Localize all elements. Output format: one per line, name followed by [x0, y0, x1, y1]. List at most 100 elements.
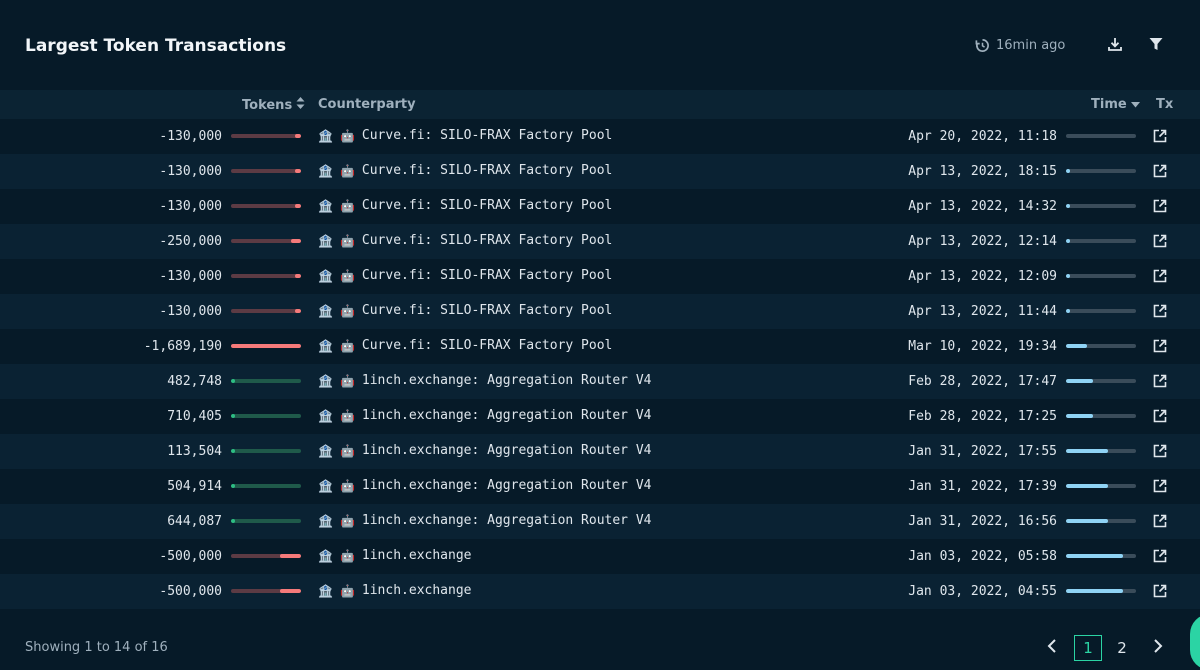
external-link-icon[interactable] [1153, 479, 1168, 494]
token-amount-bar-fill [295, 134, 301, 138]
robot-icon: 🤖 [339, 478, 355, 493]
previous-page-button[interactable] [1042, 635, 1062, 661]
time-bar-fill [1066, 309, 1070, 313]
robot-icon: 🤖 [339, 198, 355, 213]
sort-both-icon [296, 97, 305, 113]
token-amount: 710,405 [167, 409, 222, 424]
counterparty-cell: 🏦 🤖 Curve.fi: SILO-FRAX Factory Pool [318, 338, 612, 353]
external-link-icon[interactable] [1153, 584, 1168, 599]
counterparty-name[interactable]: Curve.fi: SILO-FRAX Factory Pool [362, 303, 612, 318]
counterparty-name[interactable]: Curve.fi: SILO-FRAX Factory Pool [362, 233, 612, 248]
bank-icon: 🏦 [318, 478, 333, 493]
token-amount-bar-fill [231, 449, 236, 453]
token-amount-bar-fill [290, 239, 301, 243]
transaction-time: Apr 13, 2022, 14:32 [908, 199, 1057, 214]
counterparty-cell: 🏦 🤖 1inch.exchange: Aggregation Router V4 [318, 373, 652, 388]
counterparty-name[interactable]: 1inch.exchange: Aggregation Router V4 [362, 373, 652, 388]
page-1-button[interactable]: 1 [1074, 635, 1102, 661]
counterparty-name[interactable]: 1inch.exchange: Aggregation Router V4 [362, 478, 652, 493]
counterparty-cell: 🏦 🤖 Curve.fi: SILO-FRAX Factory Pool [318, 233, 612, 248]
page-2-button[interactable]: 2 [1110, 635, 1134, 661]
time-bar [1066, 274, 1136, 278]
token-amount-bar-fill [231, 344, 301, 348]
counterparty-name[interactable]: 1inch.exchange: Aggregation Router V4 [362, 408, 652, 423]
external-link-icon[interactable] [1153, 164, 1168, 179]
token-amount: 644,087 [167, 514, 222, 529]
bank-icon: 🏦 [318, 233, 333, 248]
time-bar-fill [1066, 344, 1087, 348]
robot-icon: 🤖 [339, 408, 355, 423]
bank-icon: 🏦 [318, 268, 333, 283]
time-bar-fill [1066, 239, 1070, 243]
time-bar-fill [1066, 589, 1124, 593]
page-title: Largest Token Transactions [25, 36, 287, 56]
column-header-tokens[interactable]: Tokens [242, 97, 305, 113]
counterparty-name[interactable]: 1inch.exchange: Aggregation Router V4 [362, 513, 652, 528]
counterparty-name[interactable]: 1inch.exchange [362, 548, 472, 563]
token-amount-bar-fill [295, 274, 301, 278]
time-bar-fill [1066, 274, 1070, 278]
counterparty-name[interactable]: Curve.fi: SILO-FRAX Factory Pool [362, 128, 612, 143]
token-amount-bar-fill [231, 414, 236, 418]
token-amount-bar-fill [295, 309, 301, 313]
external-link-icon[interactable] [1153, 199, 1168, 214]
external-link-icon[interactable] [1153, 234, 1168, 249]
counterparty-cell: 🏦 🤖 Curve.fi: SILO-FRAX Factory Pool [318, 303, 612, 318]
counterparty-cell: 🏦 🤖 1inch.exchange: Aggregation Router V4 [318, 443, 652, 458]
time-bar [1066, 449, 1136, 453]
time-bar-fill [1066, 519, 1108, 523]
external-link-icon[interactable] [1153, 444, 1168, 459]
external-link-icon[interactable] [1153, 269, 1168, 284]
external-link-icon[interactable] [1153, 549, 1168, 564]
counterparty-name[interactable]: Curve.fi: SILO-FRAX Factory Pool [362, 268, 612, 283]
download-button[interactable] [1105, 36, 1125, 56]
counterparty-name[interactable]: Curve.fi: SILO-FRAX Factory Pool [362, 163, 612, 178]
token-amount-bar [231, 274, 301, 278]
external-link-icon[interactable] [1153, 129, 1168, 144]
robot-icon: 🤖 [339, 443, 355, 458]
time-bar [1066, 344, 1136, 348]
next-page-button[interactable] [1148, 635, 1168, 661]
external-link-icon[interactable] [1153, 409, 1168, 424]
counterparty-name[interactable]: 1inch.exchange [362, 583, 472, 598]
external-link-icon[interactable] [1153, 514, 1168, 529]
token-amount-bar [231, 169, 301, 173]
transaction-time: Apr 13, 2022, 12:14 [908, 234, 1057, 249]
time-bar [1066, 554, 1136, 558]
filter-button[interactable] [1146, 36, 1166, 56]
transaction-time: Apr 13, 2022, 12:09 [908, 269, 1057, 284]
token-amount-bar [231, 484, 301, 488]
counterparty-name[interactable]: Curve.fi: SILO-FRAX Factory Pool [362, 338, 612, 353]
counterparty-name[interactable]: Curve.fi: SILO-FRAX Factory Pool [362, 198, 612, 213]
time-bar [1066, 589, 1136, 593]
external-link-icon[interactable] [1153, 339, 1168, 354]
table-row: 482,748 🏦 🤖 1inch.exchange: Aggregation Rou… [0, 364, 1200, 399]
table-row: 504,914 🏦 🤖 1inch.exchange: Aggregation Rou… [0, 469, 1200, 504]
counterparty-name[interactable]: 1inch.exchange: Aggregation Router V4 [362, 443, 652, 458]
time-bar [1066, 414, 1136, 418]
table-row: -130,000 🏦 🤖 Curve.fi: SILO-FRAX Factory Po… [0, 259, 1200, 294]
bank-icon: 🏦 [318, 548, 333, 563]
filter-icon [1148, 36, 1164, 57]
token-amount: -130,000 [159, 164, 222, 179]
time-bar [1066, 519, 1136, 523]
bank-icon: 🏦 [318, 373, 333, 388]
transaction-time: Jan 31, 2022, 16:56 [908, 514, 1057, 529]
chevron-right-icon [1152, 638, 1164, 659]
token-amount-bar [231, 554, 301, 558]
external-link-icon[interactable] [1153, 374, 1168, 389]
token-amount-bar [231, 309, 301, 313]
counterparty-cell: 🏦 🤖 1inch.exchange [318, 583, 471, 598]
counterparty-cell: 🏦 🤖 1inch.exchange [318, 548, 471, 563]
column-header-time[interactable]: Time [1091, 97, 1140, 112]
chat-launcher-button[interactable] [1190, 614, 1200, 670]
transaction-time: Apr 13, 2022, 18:15 [908, 164, 1057, 179]
transaction-time: Feb 28, 2022, 17:47 [908, 374, 1057, 389]
token-amount-bar [231, 519, 301, 523]
transactions-table-body: -130,000 🏦 🤖 Curve.fi: SILO-FRAX Factory Po… [0, 119, 1200, 609]
bank-icon: 🏦 [318, 408, 333, 423]
robot-icon: 🤖 [339, 513, 355, 528]
time-bar-fill [1066, 169, 1070, 173]
external-link-icon[interactable] [1153, 304, 1168, 319]
column-header-tx-label: Tx [1156, 97, 1174, 112]
